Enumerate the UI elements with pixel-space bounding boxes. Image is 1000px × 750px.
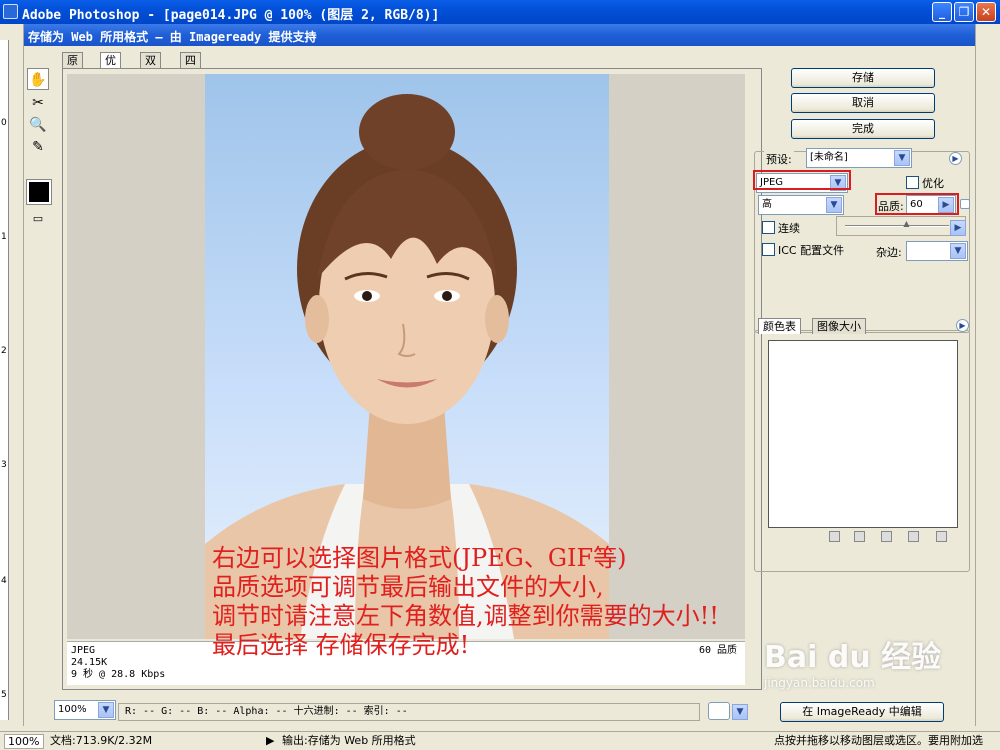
- matte-select[interactable]: ▼: [906, 241, 968, 261]
- preview-download-time: 9 秒 @ 28.8 Kbps: [71, 669, 166, 680]
- status-doc-size: 文档:713.9K/2.32M: [50, 734, 153, 747]
- minimize-button[interactable]: _: [932, 2, 952, 22]
- optimize-label: 优化: [922, 177, 944, 190]
- photoshop-logo-icon: [3, 4, 18, 19]
- zoom-tool-icon[interactable]: 🔍: [27, 114, 49, 136]
- progressive-checkbox[interactable]: [762, 221, 775, 234]
- zoom-value: 100%: [58, 704, 87, 715]
- color-table-swatches[interactable]: [768, 340, 958, 528]
- trash-icon[interactable]: [936, 531, 947, 542]
- annotation-line: 品质选项可调节最后输出文件的大小,: [212, 573, 604, 601]
- ruler-number: 2: [1, 346, 7, 356]
- tab-optimized[interactable]: 优化: [100, 52, 121, 82]
- done-button[interactable]: 完成: [791, 119, 935, 139]
- eyedropper-color-swatch[interactable]: [26, 179, 52, 205]
- dialog-bottom-bar: 100% ▼ R: -- G: -- B: -- Alpha: -- 十六进制:…: [54, 700, 975, 726]
- watermark-brand: Bai du 经验: [764, 640, 942, 675]
- toggle-slices-icon[interactable]: ▭: [27, 208, 49, 230]
- quality-slider-thumb[interactable]: ▲: [903, 219, 909, 228]
- close-button[interactable]: ✕: [976, 2, 996, 22]
- restore-button[interactable]: ❐: [954, 2, 974, 22]
- browser-preview-icon[interactable]: [708, 702, 730, 720]
- quality-highlight: [875, 193, 959, 215]
- quality-slider-popup[interactable]: ▲: [836, 216, 966, 236]
- status-hint: 点按并拖移以移动图层或选区。要用附加选: [774, 734, 983, 747]
- color-table-menu-icon[interactable]: ▶: [956, 319, 969, 332]
- zoom-select[interactable]: 100% ▼: [54, 700, 116, 720]
- icc-profile-checkbox[interactable]: [762, 243, 775, 256]
- chevron-down-icon[interactable]: ▼: [894, 150, 910, 166]
- new-color-icon[interactable]: [908, 531, 919, 542]
- tab-color-table[interactable]: 颜色表: [758, 318, 801, 334]
- ruler-number: 3: [1, 460, 7, 470]
- map-color-icon[interactable]: [829, 531, 840, 542]
- preset-label: 预设:: [764, 151, 794, 167]
- quality-mask-icon[interactable]: [960, 199, 970, 209]
- status-zoom[interactable]: 100%: [4, 734, 44, 749]
- tab-2-up[interactable]: 双联: [140, 52, 161, 82]
- dialog-titlebar: 存储为 Web 所用格式 — 由 Imageready 提供支持: [24, 24, 975, 46]
- settings-menu-icon[interactable]: ▶: [949, 152, 962, 165]
- ruler-number: 5: [1, 690, 7, 700]
- slice-select-tool-icon[interactable]: ✂: [27, 92, 49, 114]
- window-title: Adobe Photoshop - [page014.JPG @ 100% (图…: [22, 8, 440, 23]
- icc-profile-label: ICC 配置文件: [778, 244, 845, 257]
- hand-tool-icon[interactable]: ✋: [27, 68, 49, 90]
- lock-color-icon[interactable]: [881, 531, 892, 542]
- annotation-line: 调节时请注意左下角数值,调整到你需要的大小!!: [212, 602, 719, 630]
- tab-image-size[interactable]: 图像大小: [812, 318, 866, 334]
- chevron-down-icon[interactable]: ▼: [98, 702, 114, 718]
- preset-value: [未命名]: [810, 152, 848, 163]
- watermark-url: jingyan.baidu.com: [764, 676, 875, 690]
- edit-in-imageready-button[interactable]: 在 ImageReady 中编辑: [780, 702, 944, 722]
- cancel-button[interactable]: 取消: [791, 93, 935, 113]
- preset-select[interactable]: [未命名] ▼: [806, 148, 912, 168]
- dialog-tools: ✋ ✂ 🔍 ✎ ▭: [24, 68, 52, 228]
- annotation-line: 右边可以选择图片格式(JPEG、GIF等): [212, 544, 627, 572]
- quality-level-select[interactable]: 高 ▼: [758, 195, 844, 215]
- browser-menu-chevron-icon[interactable]: ▼: [732, 704, 748, 720]
- status-arrow-icon[interactable]: ▶: [266, 734, 274, 749]
- photoshop-right-strip: [975, 24, 1000, 726]
- matte-label: 杂边:: [876, 246, 902, 259]
- eyedropper-tool-icon[interactable]: ✎: [27, 136, 49, 158]
- photoshop-titlebar: Adobe Photoshop - [page014.JPG @ 100% (图…: [0, 0, 1000, 24]
- status-output: 输出:存储为 Web 所用格式: [282, 734, 416, 747]
- pixel-info-readout: R: -- G: -- B: -- Alpha: -- 十六进制: -- 索引:…: [118, 703, 700, 721]
- vertical-ruler: 0 1 2 3 4 5: [0, 40, 9, 720]
- ruler-number: 1: [1, 232, 7, 242]
- dialog-title: 存储为 Web 所用格式 — 由 Imageready 提供支持: [28, 30, 317, 44]
- web-shift-icon[interactable]: [854, 531, 865, 542]
- quality-level-value: 高: [762, 199, 772, 210]
- tab-4-up[interactable]: 四联: [180, 52, 201, 82]
- quality-slider-track: [845, 225, 949, 227]
- format-highlight: [753, 170, 851, 190]
- ruler-number: 4: [1, 576, 7, 586]
- slider-arrow-icon[interactable]: ▶: [950, 220, 966, 236]
- progressive-label: 连续: [778, 222, 800, 235]
- ruler-number: 0: [1, 118, 7, 128]
- baidu-watermark: Bai du 经验 jingyan.baidu.com: [764, 640, 964, 700]
- tab-original[interactable]: 原稿: [62, 52, 83, 82]
- optimize-checkbox[interactable]: [906, 176, 919, 189]
- status-bar: 100% 文档:713.9K/2.32M ▶ 输出:存储为 Web 所用格式 点…: [0, 731, 1000, 750]
- chevron-down-icon[interactable]: ▼: [826, 197, 842, 213]
- save-button[interactable]: 存储: [791, 68, 935, 88]
- chevron-down-icon[interactable]: ▼: [950, 243, 966, 259]
